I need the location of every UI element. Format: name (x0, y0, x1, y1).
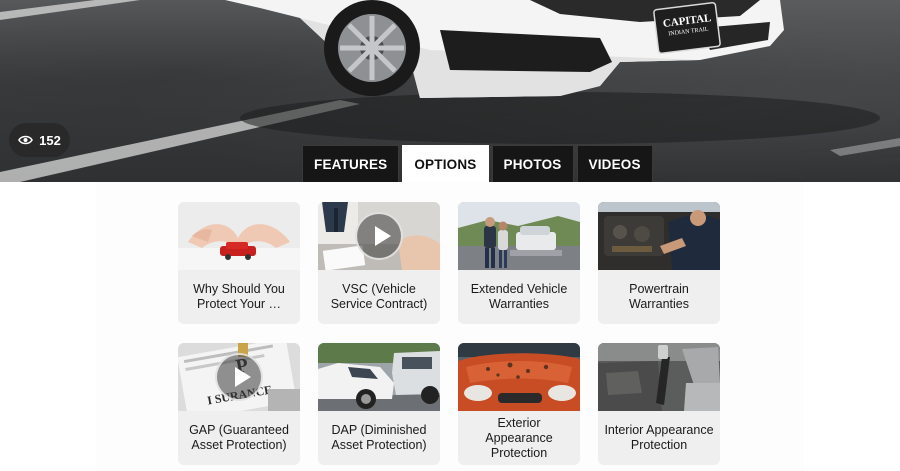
tab-photos[interactable]: PHOTOS (491, 145, 574, 182)
tab-label: PHOTOS (503, 156, 562, 172)
option-card-vsc[interactable]: VSC (Vehicle Service Contract) (318, 202, 440, 324)
view-count: 152 (39, 132, 61, 148)
card-thumbnail (318, 202, 440, 270)
tab-label: VIDEOS (588, 156, 641, 172)
option-card-exterior[interactable]: Exterior Appearance Protection (458, 343, 580, 465)
card-thumbnail (458, 202, 580, 270)
option-card-dap[interactable]: DAP (Diminished Asset Protection) (318, 343, 440, 465)
card-title: GAP (Guaranteed Asset Protection) (189, 423, 289, 452)
card-thumbnail (178, 202, 300, 270)
card-title: Powertrain Warranties (629, 282, 689, 311)
option-card-extended[interactable]: Extended Vehicle Warranties (458, 202, 580, 324)
tab-features[interactable]: FEATURES (302, 145, 400, 182)
option-card-gap[interactable]: P I SURANCE GAP (Guaranteed Asset Protec… (178, 343, 300, 465)
tab-videos[interactable]: VIDEOS (576, 145, 653, 182)
option-card-protect[interactable]: Why Should You Protect Your … (178, 202, 300, 324)
option-card-powertrain[interactable]: Powertrain Warranties (598, 202, 720, 324)
card-thumbnail (458, 343, 580, 411)
tab-options[interactable]: OPTIONS (402, 145, 489, 182)
tab-label: FEATURES (314, 156, 388, 172)
card-title: Exterior Appearance Protection (485, 415, 553, 460)
card-title: Why Should You Protect Your … (193, 282, 285, 311)
card-thumbnail (598, 343, 720, 411)
play-video-icon[interactable] (355, 212, 403, 260)
play-video-icon[interactable] (215, 353, 263, 401)
tab-label: OPTIONS (414, 156, 477, 172)
option-card-interior[interactable]: Interior Appearance Protection (598, 343, 720, 465)
card-thumbnail: P I SURANCE (178, 343, 300, 411)
card-thumbnail (598, 202, 720, 270)
card-title: DAP (Diminished Asset Protection) (331, 423, 427, 452)
view-count-badge: 152 (9, 123, 70, 157)
card-title: Interior Appearance Protection (604, 423, 714, 452)
card-thumbnail (318, 343, 440, 411)
card-title: VSC (Vehicle Service Contract) (330, 282, 428, 311)
eye-icon (18, 135, 34, 145)
license-plate: CAPITAL INDIAN TRAIL (658, 7, 718, 50)
card-title: Extended Vehicle Warranties (470, 282, 568, 311)
options-grid: Why Should You Protect Your … VSC (Vehic… (178, 202, 722, 465)
media-tabs: FEATURES OPTIONS PHOTOS VIDEOS (302, 145, 653, 182)
